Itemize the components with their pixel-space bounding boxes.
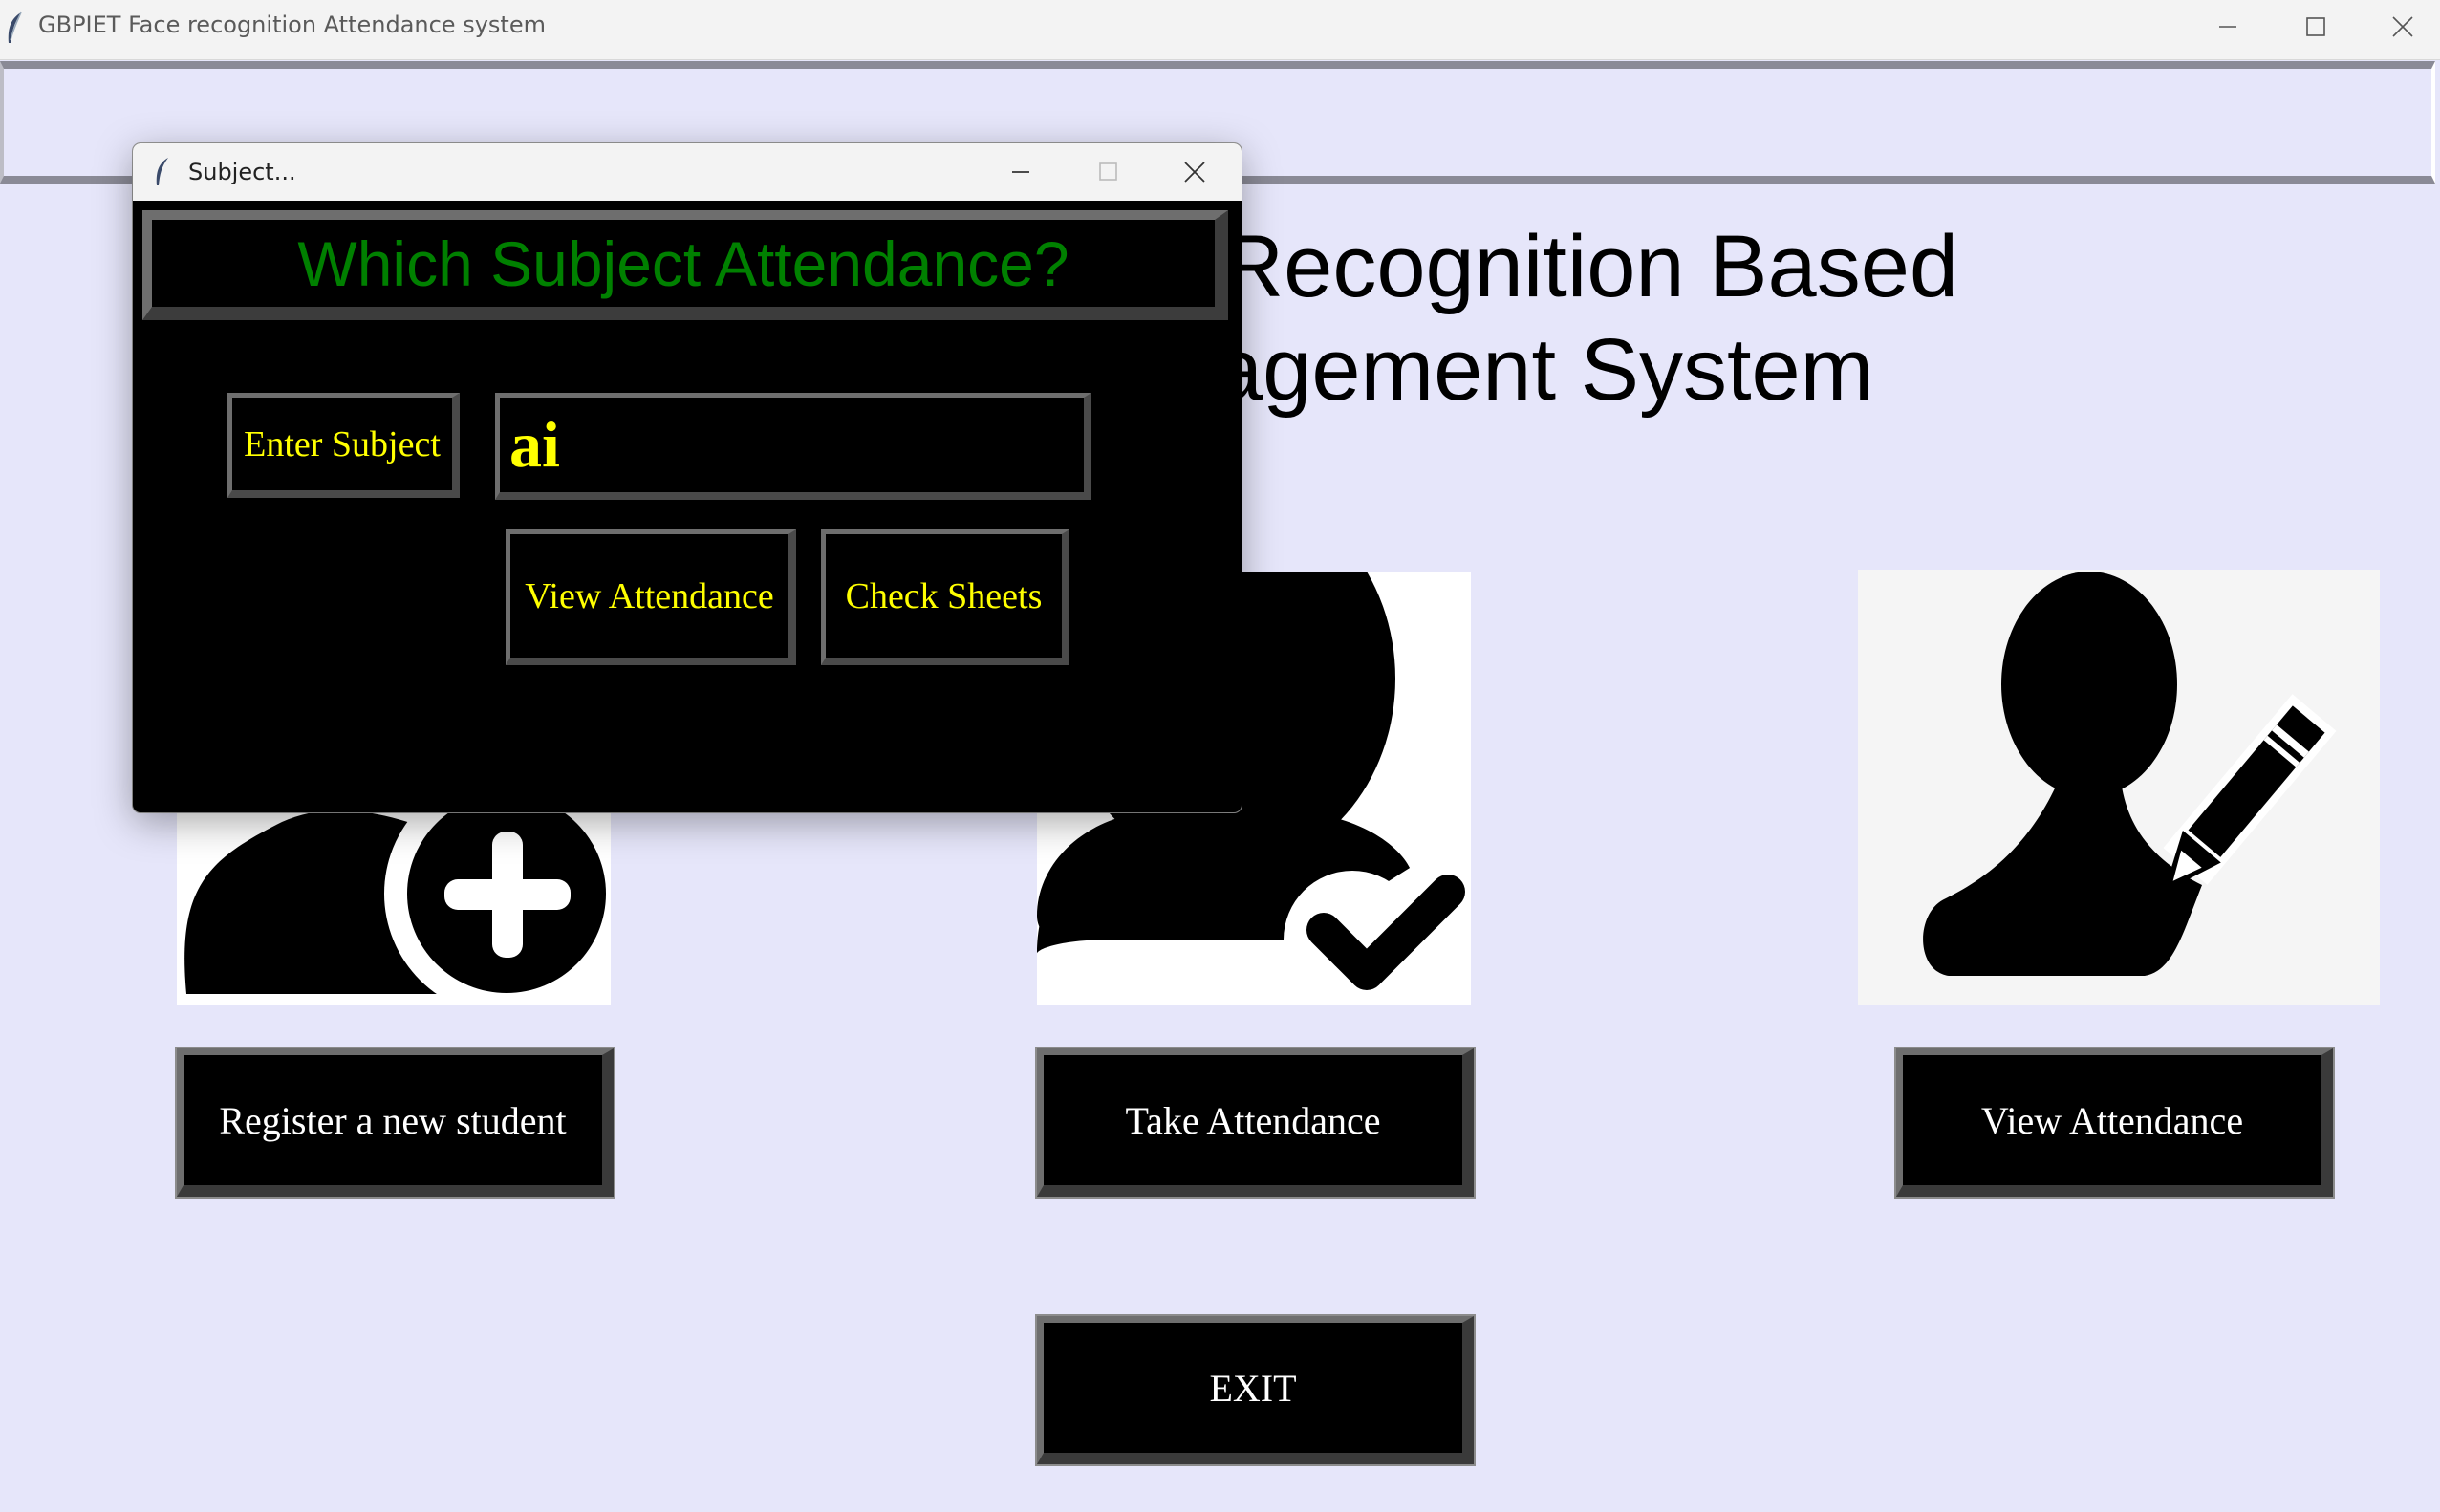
dialog-title: Subject... (188, 159, 296, 185)
take-attendance-button[interactable]: Take Attendance (1035, 1047, 1476, 1199)
maximize-icon[interactable] (2292, 8, 2338, 46)
exit-button[interactable]: EXIT (1035, 1314, 1476, 1466)
subject-input[interactable] (500, 398, 1084, 492)
feather-icon (154, 157, 171, 187)
subject-field[interactable] (495, 393, 1091, 500)
dialog-header: Which Subject Attendance? (142, 210, 1228, 320)
close-icon[interactable] (1171, 153, 1219, 191)
enter-subject-label: Enter Subject (227, 393, 460, 498)
dialog-titlebar: Subject... (133, 143, 1242, 201)
window-title: GBPIET Face recognition Attendance syste… (38, 11, 546, 38)
minimize-icon[interactable] (997, 153, 1045, 191)
feather-icon (6, 11, 25, 46)
view-attendance-button[interactable]: View Attendance (1894, 1047, 2335, 1199)
minimize-icon[interactable] (2205, 8, 2251, 46)
subject-dialog: Subject... Which Subject Attendance? Ent… (133, 143, 1242, 812)
maximize-icon (1084, 153, 1132, 191)
window-titlebar: GBPIET Face recognition Attendance syste… (0, 0, 2440, 60)
register-student-button[interactable]: Register a new student (175, 1047, 615, 1199)
check-sheets-button[interactable]: Check Sheets (821, 529, 1069, 665)
dialog-view-attendance-button[interactable]: View Attendance (506, 529, 796, 665)
user-edit-icon (1858, 570, 2380, 1005)
close-icon[interactable] (2380, 8, 2426, 46)
